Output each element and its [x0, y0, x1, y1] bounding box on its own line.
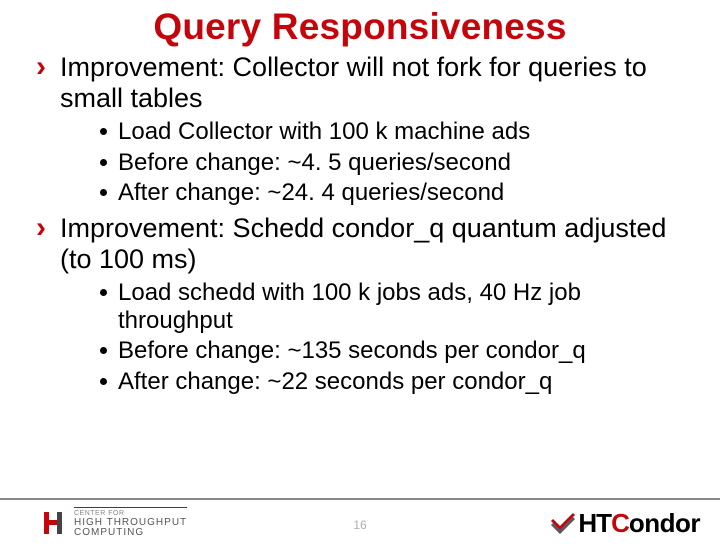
logo-line3: COMPUTING — [74, 528, 187, 539]
chtc-logo: CENTER FOR HIGH THROUGHPUT COMPUTING — [40, 507, 187, 538]
htcondor-logo: HTCondor — [550, 508, 700, 539]
sub-bullet: Load Collector with 100 k machine ads — [100, 118, 696, 146]
page-number: 16 — [353, 518, 366, 532]
checkmark-icon — [550, 512, 576, 534]
bullet-list-level1: Improvement: Collector will not fork for… — [24, 52, 696, 395]
ht-mark-icon — [40, 510, 68, 536]
bullet-improvement-collector: Improvement: Collector will not fork for… — [42, 52, 696, 207]
bullet-list-level2: Load schedd with 100 k jobs ads, 40 Hz j… — [60, 279, 696, 395]
slide-title: Query Responsiveness — [24, 6, 696, 48]
logo-ondor: ondor — [629, 508, 700, 539]
sub-bullet: Before change: ~4. 5 queries/second — [100, 149, 696, 177]
slide: Query Responsiveness Improvement: Collec… — [0, 6, 720, 546]
bullet-text: Improvement: Collector will not fork for… — [60, 52, 647, 113]
chtc-logo-text: CENTER FOR HIGH THROUGHPUT COMPUTING — [74, 507, 187, 538]
logo-c: C — [611, 508, 629, 539]
bullet-improvement-schedd: Improvement: Schedd condor_q quantum adj… — [42, 213, 696, 395]
sub-bullet: Load schedd with 100 k jobs ads, 40 Hz j… — [100, 279, 696, 334]
sub-bullet: After change: ~22 seconds per condor_q — [100, 368, 696, 396]
bullet-text: Improvement: Schedd condor_q quantum adj… — [60, 213, 666, 274]
sub-bullet: After change: ~24. 4 queries/second — [100, 179, 696, 207]
sub-bullet: Before change: ~135 seconds per condor_q — [100, 337, 696, 365]
bullet-list-level2: Load Collector with 100 k machine ads Be… — [60, 118, 696, 207]
logo-ht: HT — [578, 508, 611, 539]
